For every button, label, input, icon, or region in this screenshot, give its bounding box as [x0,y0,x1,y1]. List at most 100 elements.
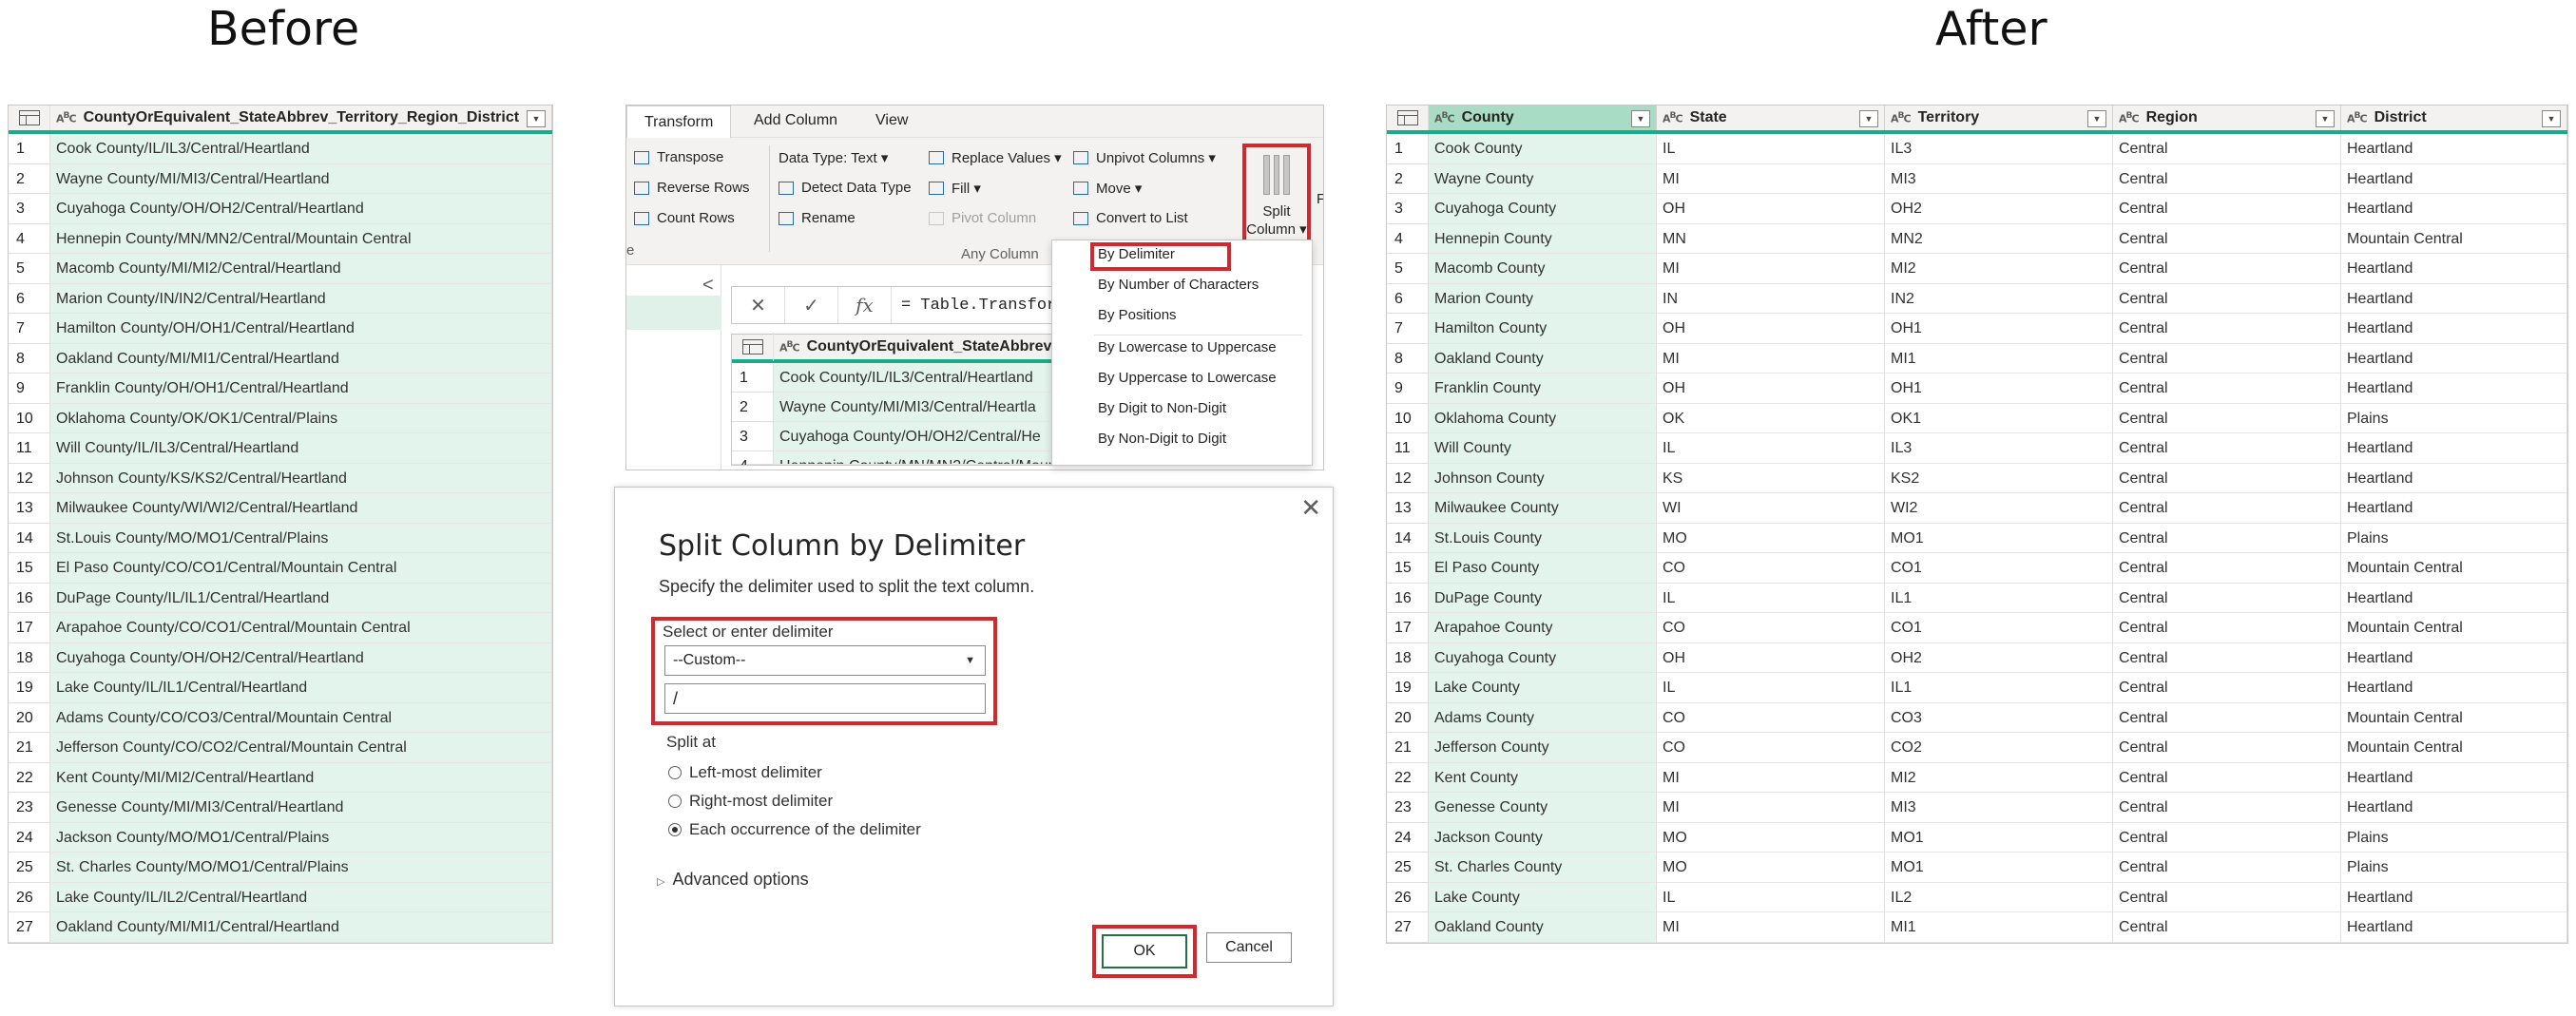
table-cell[interactable]: Central [2113,642,2341,673]
convert-to-list-button[interactable]: Convert to List [1073,210,1188,226]
cancel-icon[interactable]: ✕ [732,287,785,323]
table-cell[interactable]: Central [2113,463,2341,493]
table-cell[interactable]: Jefferson County [1429,733,1657,763]
table-cell[interactable]: MI [1657,163,1885,194]
table-cell[interactable]: CO [1657,613,1885,643]
table-cell[interactable]: Central [2113,134,2341,164]
check-icon[interactable]: ✓ [785,287,838,323]
table-cell[interactable]: IL [1657,882,1885,912]
table-cell[interactable]: Central [2113,762,2341,793]
table-cell[interactable]: Heartland [2341,254,2567,284]
table-cell[interactable]: Mountain Central [2341,733,2567,763]
chevron-down-icon[interactable]: ▼ [2087,110,2106,127]
column-header[interactable]: ABC CountyOrEquivalent_StateAbbrev_Terri… [50,105,552,130]
tab-view[interactable]: View [875,112,908,129]
table-cell[interactable]: St. Charles County [1429,853,1657,883]
table-cell[interactable]: OH2 [1885,194,2113,224]
table-cell[interactable]: Plains [2341,523,2567,553]
table-cell[interactable]: MN2 [1885,223,2113,254]
table-cell[interactable]: CO [1657,733,1885,763]
menu-item-by-number-of-characters[interactable]: By Number of Characters [1052,277,1312,293]
table-cell[interactable]: CO1 [1885,613,2113,643]
table-cell[interactable]: Heartland [2341,134,2567,164]
table-cell[interactable]: Central [2113,702,2341,733]
table-icon[interactable] [9,105,50,130]
table-cell[interactable]: Macomb County/MI/MI2/Central/Heartland [50,254,552,284]
table-cell[interactable]: Heartland [2341,343,2567,374]
radio-selected-icon[interactable] [668,823,682,836]
table-cell[interactable]: MO1 [1885,853,2113,883]
menu-item-by-non-digit-to-digit[interactable]: By Non-Digit to Digit [1052,431,1312,447]
table-cell[interactable]: WI2 [1885,493,2113,524]
menu-item-by-uppercase-to-lowercase[interactable]: By Uppercase to Lowercase [1052,370,1312,386]
split-column-button[interactable]: Split Column ▾ [1242,144,1311,244]
table-cell[interactable]: Plains [2341,403,2567,433]
table-cell[interactable]: Mountain Central [2341,553,2567,584]
table-cell[interactable]: CO [1657,553,1885,584]
table-cell[interactable]: MI [1657,912,1885,943]
table-cell[interactable]: Heartland [2341,583,2567,613]
text-type-icon[interactable]: ABC [2119,110,2140,125]
table-cell[interactable]: Genesse County/MI/MI3/Central/Heartland [50,793,552,823]
table-cell[interactable]: Central [2113,793,2341,823]
radio-left-most[interactable]: Left-most delimiter [668,763,822,782]
delimiter-select[interactable]: --Custom-- ▼ [664,645,986,676]
text-type-icon[interactable]: ABC [779,339,800,355]
column-header-territory[interactable]: ABC Territory ▼ [1885,105,2113,130]
table-cell[interactable]: Milwaukee County/WI/WI2/Central/Heartlan… [50,493,552,524]
table-cell[interactable]: Genesse County [1429,793,1657,823]
table-cell[interactable]: IL2 [1885,882,2113,912]
table-cell[interactable]: IL [1657,134,1885,164]
table-cell[interactable]: Will County [1429,433,1657,464]
table-cell[interactable]: IL3 [1885,433,2113,464]
table-cell[interactable]: MI [1657,762,1885,793]
table-cell[interactable]: OK1 [1885,403,2113,433]
table-cell[interactable]: Central [2113,822,2341,853]
count-rows-button[interactable]: Count Rows [634,210,735,226]
table-cell[interactable]: IL [1657,433,1885,464]
menu-item-by-delimiter[interactable]: By Delimiter [1052,246,1312,262]
table-cell[interactable]: Mountain Central [2341,702,2567,733]
table-cell[interactable]: Adams County/CO/CO3/Central/Mountain Cen… [50,702,552,733]
table-cell[interactable]: Central [2113,314,2341,344]
table-cell[interactable]: Oakland County [1429,912,1657,943]
table-cell[interactable]: MI [1657,254,1885,284]
table-cell[interactable]: MI1 [1885,912,2113,943]
table-cell[interactable]: Wayne County/MI/MI3/Central/Heartland [50,163,552,194]
radio-right-most[interactable]: Right-most delimiter [668,792,833,811]
table-cell[interactable]: Lake County [1429,882,1657,912]
chevron-down-icon[interactable]: ▼ [527,110,546,127]
table-cell[interactable]: Mountain Central [2341,223,2567,254]
table-cell[interactable]: Central [2113,523,2341,553]
table-cell[interactable]: Central [2113,433,2341,464]
table-cell[interactable]: St.Louis County/MO/MO1/Central/Plains [50,523,552,553]
table-cell[interactable]: El Paso County [1429,553,1657,584]
transpose-button[interactable]: Transpose [634,149,723,165]
table-cell[interactable]: Jackson County [1429,822,1657,853]
table-cell[interactable]: MO1 [1885,523,2113,553]
table-cell[interactable]: Cuyahoga County [1429,642,1657,673]
table-cell[interactable]: Cuyahoga County [1429,194,1657,224]
close-icon[interactable]: ✕ [1300,493,1321,523]
table-cell[interactable]: Arapahoe County [1429,613,1657,643]
table-cell[interactable]: St.Louis County [1429,523,1657,553]
selected-query[interactable] [626,296,721,330]
table-cell[interactable]: Central [2113,374,2341,404]
table-cell[interactable]: Hennepin County [1429,223,1657,254]
table-cell[interactable]: KS2 [1885,463,2113,493]
table-cell[interactable]: MI [1657,793,1885,823]
detect-data-type-button[interactable]: Detect Data Type [779,180,912,196]
replace-values-button[interactable]: Replace Values ▾ [929,149,1062,166]
table-icon[interactable] [732,333,774,361]
table-cell[interactable]: Wayne County [1429,163,1657,194]
table-cell[interactable]: MI3 [1885,163,2113,194]
table-cell[interactable]: Milwaukee County [1429,493,1657,524]
chevron-down-icon[interactable]: ▼ [1859,110,1878,127]
tab-transform[interactable]: Transform [626,105,732,139]
table-cell[interactable]: OH [1657,374,1885,404]
table-cell[interactable]: Mountain Central [2341,613,2567,643]
formula-input[interactable]: = Table.Transfor [892,297,1056,315]
advanced-options-toggle[interactable]: ▷ Advanced options [657,870,809,890]
table-cell[interactable]: OH [1657,642,1885,673]
table-cell[interactable]: MI [1657,343,1885,374]
